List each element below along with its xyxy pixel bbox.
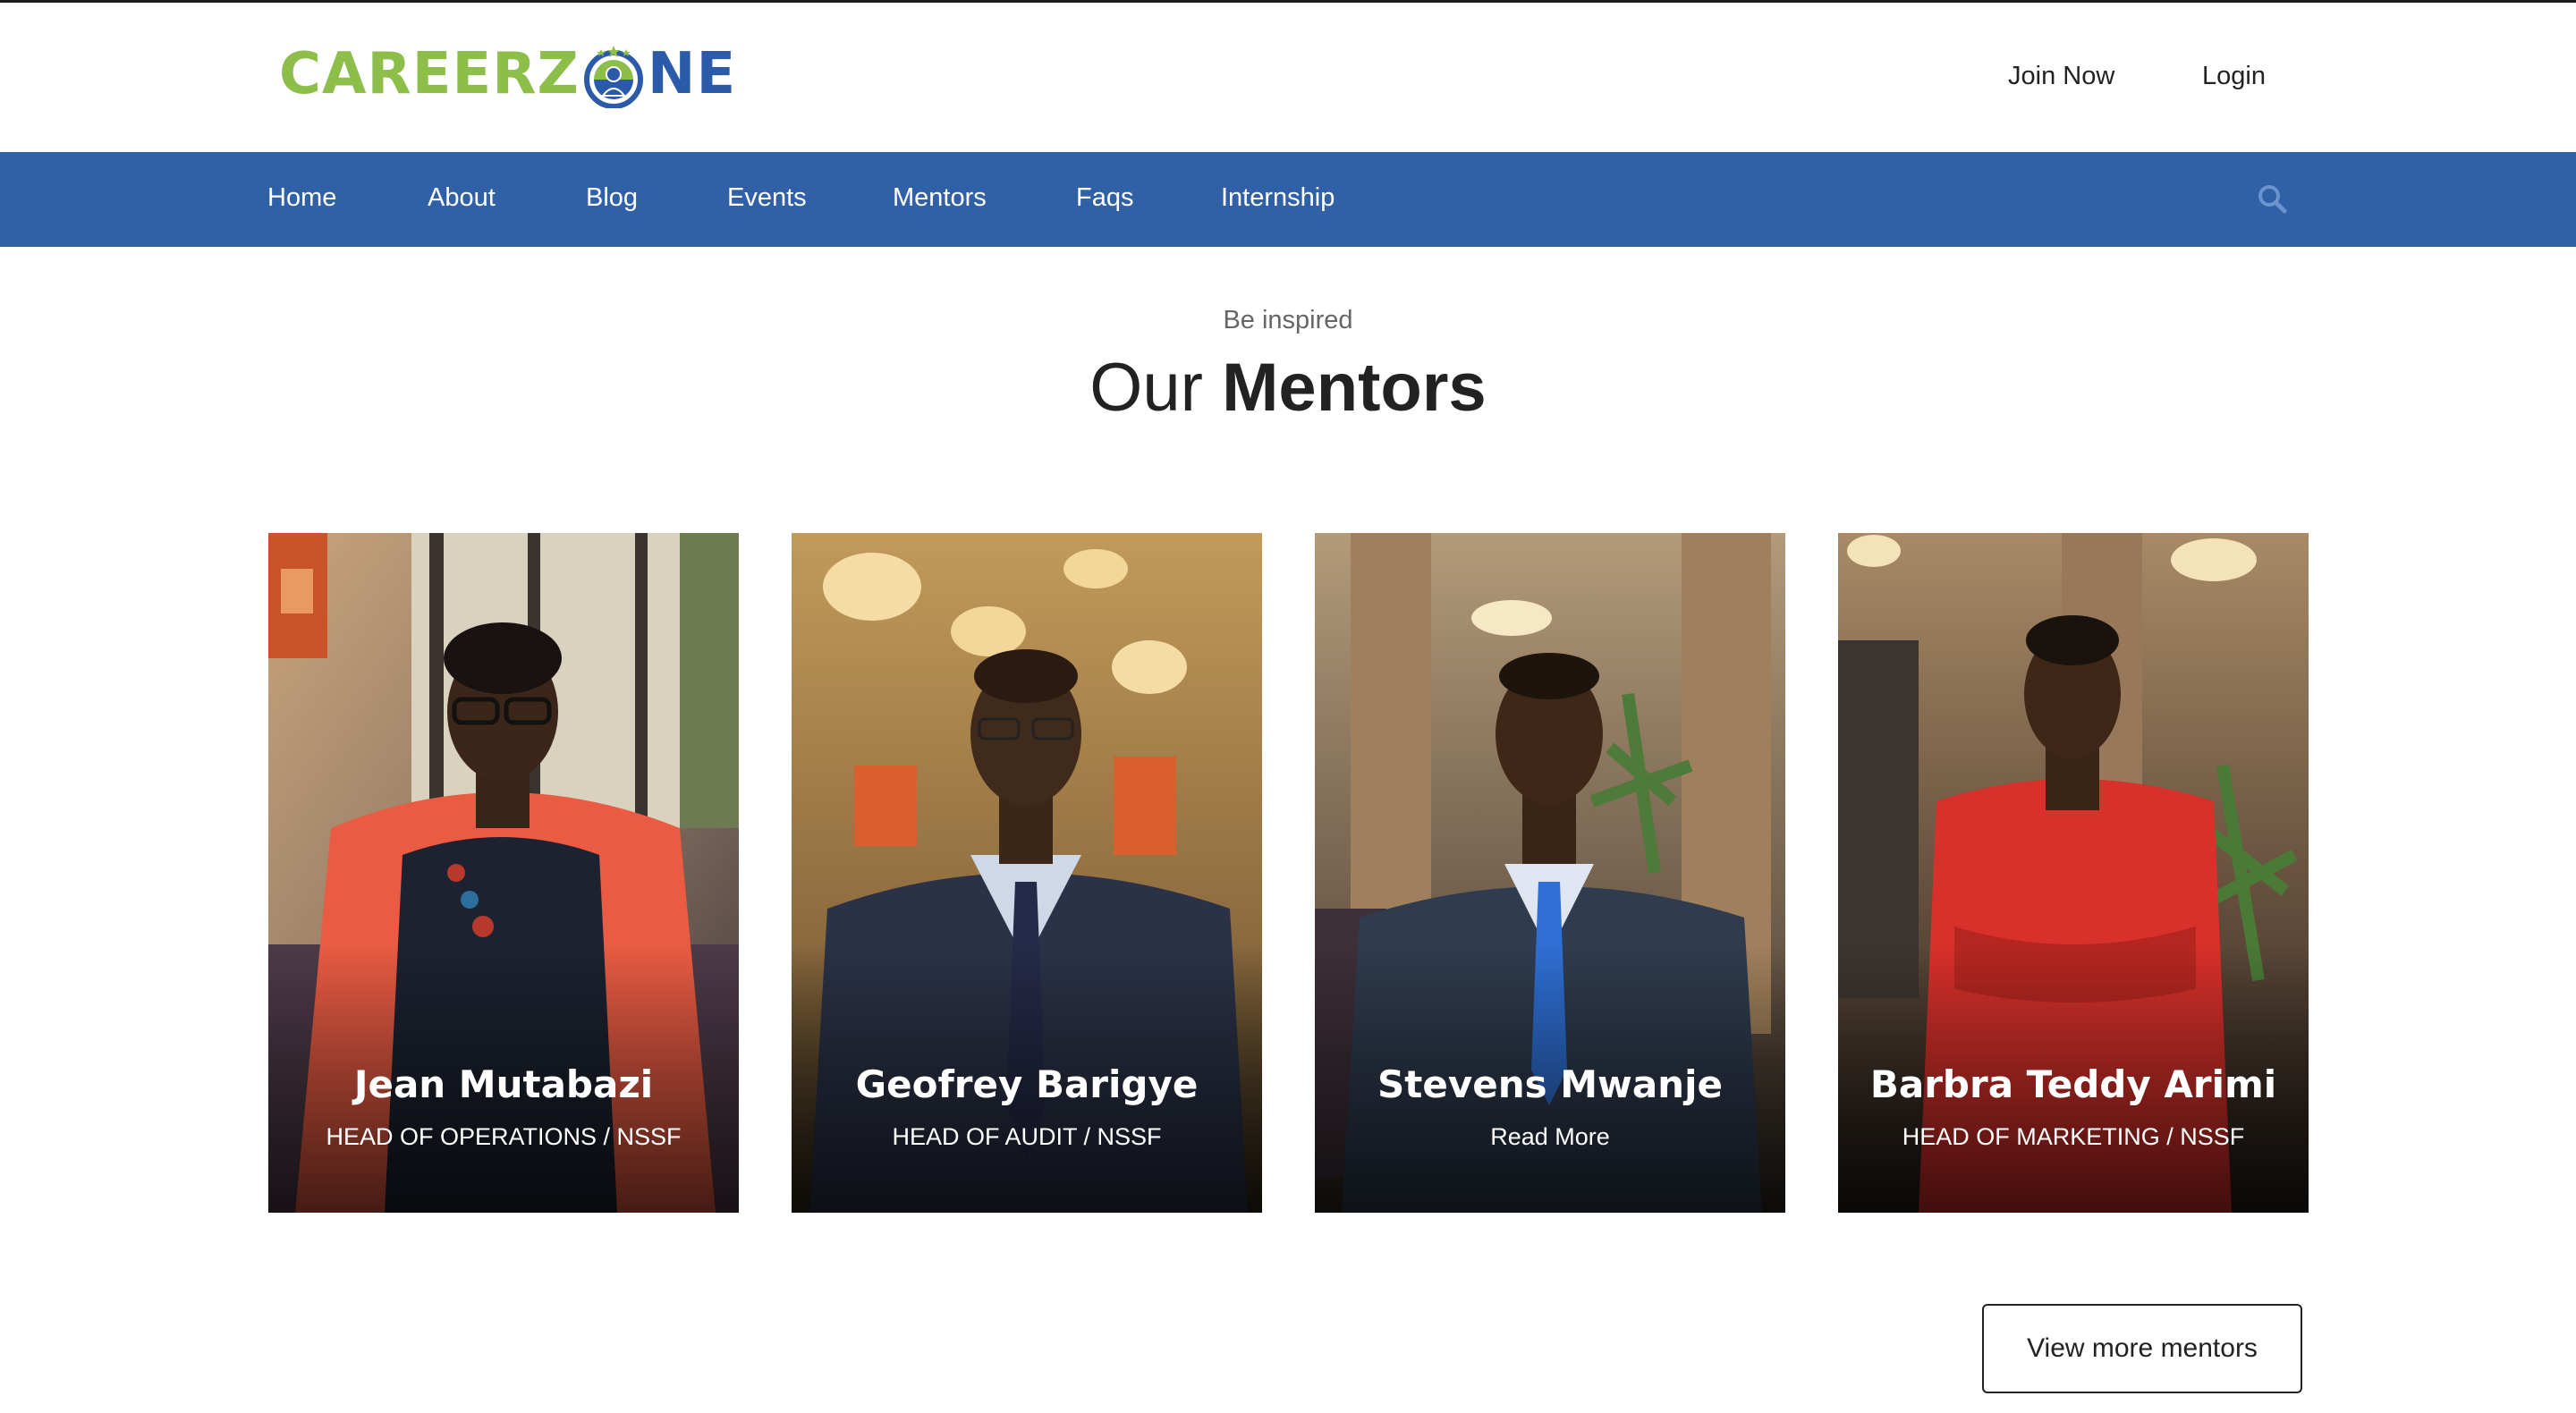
mentor-card[interactable]: Geofrey Barigye HEAD OF AUDIT / NSSF [792,533,1262,1213]
main-navigation: Home About Blog Events Mentors Faqs Inte… [0,152,2576,247]
globe-badge-icon [583,46,643,108]
mentor-card[interactable]: Stevens Mwanje Read More [1315,533,1785,1213]
nav-item-internship[interactable]: Internship [1221,183,1335,213]
careerzone-logo[interactable]: CAREERZ NE [279,33,736,115]
mentor-role: HEAD OF AUDIT / NSSF [892,1123,1162,1150]
section-title: Our Mentors [0,352,2576,424]
mentor-role: HEAD OF MARKETING / NSSF [1902,1123,2245,1150]
mentor-card[interactable]: Jean Mutabazi HEAD OF OPERATIONS / NSSF [268,533,739,1213]
nav-item-faqs[interactable]: Faqs [1076,183,1133,213]
site-header: CAREERZ NE Join Now Login [0,3,2576,152]
title-light-part: Our [1089,350,1203,426]
title-bold-part: Mentors [1222,350,1487,426]
mentor-name: Geofrey Barigye [855,1062,1199,1106]
nav-item-mentors[interactable]: Mentors [893,183,987,213]
logo-text-part1: CAREERZ [279,41,580,107]
nav-item-events[interactable]: Events [727,183,807,213]
mentor-name: Jean Mutabazi [353,1062,654,1106]
logo-text-part2: NE [647,41,737,107]
mentor-role: HEAD OF OPERATIONS / NSSF [326,1123,682,1150]
mentor-name: Stevens Mwanje [1377,1062,1723,1106]
mentor-card[interactable]: Barbra Teddy Arimi HEAD OF MARKETING / N… [1838,533,2309,1213]
nav-item-about[interactable]: About [428,183,496,213]
login-link[interactable]: Login [2202,62,2266,91]
read-more-link[interactable]: Read More [1315,1123,1785,1151]
view-more-mentors-button[interactable]: View more mentors [1982,1304,2302,1393]
mentor-name: Barbra Teddy Arimi [1869,1062,2277,1106]
nav-item-home[interactable]: Home [267,183,336,213]
join-now-link[interactable]: Join Now [2008,62,2114,91]
search-icon[interactable] [2256,182,2290,216]
section-eyebrow: Be inspired [1223,306,1353,334]
nav-item-blog[interactable]: Blog [586,183,638,213]
